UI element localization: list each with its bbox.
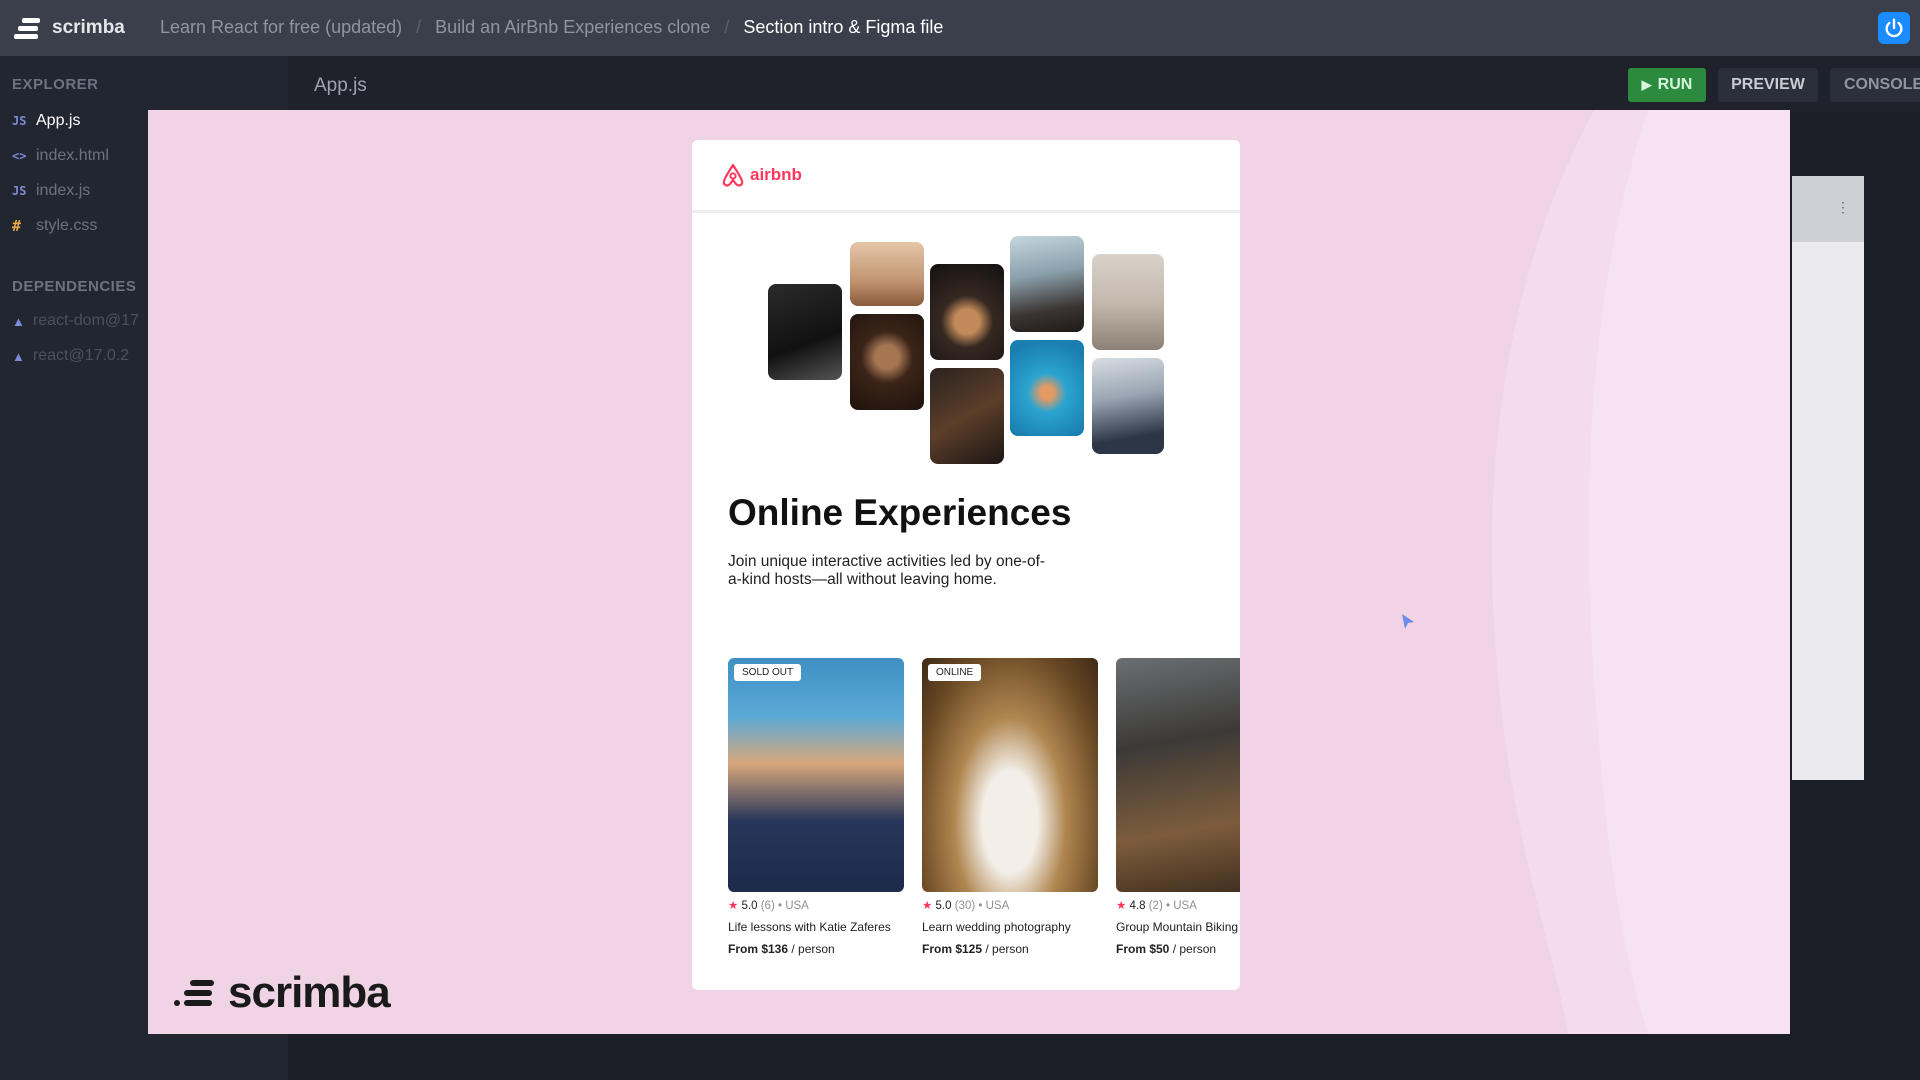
dependencies-title: DEPENDENCIES [12, 278, 137, 295]
card-price-amount: From $136 [728, 942, 789, 956]
file-style-css[interactable]: # style.css [12, 217, 97, 235]
tab-app-js[interactable]: App.js [314, 75, 367, 97]
file-index-js[interactable]: JS index.js [12, 182, 90, 200]
card-rating: 4.8 [1129, 900, 1146, 912]
card-price: From $136 / person [728, 942, 835, 956]
card-price-amount: From $125 [922, 942, 983, 956]
scrimba-home-link[interactable]: scrimba [12, 14, 125, 42]
card-image: ONLINE [922, 658, 1098, 892]
hero-photo [850, 242, 924, 306]
breadcrumb-course[interactable]: Learn React for free (updated) [160, 17, 402, 38]
run-button[interactable]: ▶ RUN [1628, 68, 1706, 102]
card-badge: ONLINE [928, 664, 982, 681]
card-title: Life lessons with Katie Zaferes [728, 920, 891, 934]
airbnb-mockup: airbnb Online Experiences Join unique in… [692, 140, 1240, 990]
brand-name: scrimba [52, 17, 125, 38]
card-price-unit: / person [791, 942, 835, 956]
file-label: App.js [36, 112, 81, 129]
mock-navbar: airbnb [692, 140, 1240, 213]
card-location: • USA [1165, 900, 1197, 912]
hero-photo [1010, 236, 1084, 332]
file-index-html[interactable]: <> index.html [12, 147, 109, 165]
hero-photo [930, 368, 1004, 464]
star-icon: ★ [728, 900, 739, 912]
slide-logo-text: scrimba [228, 968, 391, 1017]
card-rating: 5.0 [741, 900, 758, 912]
hero-photo [1092, 358, 1164, 454]
hero-photo [768, 284, 842, 380]
breadcrumb-module[interactable]: Build an AirBnb Experiences clone [435, 17, 710, 38]
hero-photo [1092, 254, 1164, 350]
card-title: Group Mountain Biking [1116, 920, 1239, 934]
preview-panel: ⋮ [1792, 176, 1864, 780]
card-review-count: (30) [954, 900, 976, 912]
file-label: index.html [36, 147, 109, 164]
file-label: style.css [36, 217, 98, 234]
preview-label: PREVIEW [1731, 76, 1805, 93]
package-icon: ▲ [12, 348, 25, 364]
card-image [1116, 658, 1240, 892]
file-app-js[interactable]: JS App.js [12, 112, 80, 130]
card-rating: 5.0 [935, 900, 952, 912]
breadcrumb-lesson: Section intro & Figma file [743, 17, 944, 37]
hero-photo [850, 314, 924, 410]
run-label: RUN [1657, 76, 1693, 93]
hero-photo [930, 264, 1004, 360]
file-label: index.js [36, 182, 91, 199]
card-stats: ★ 5.0 (30) • USA [922, 898, 1009, 912]
card-price-unit: / person [1172, 942, 1217, 956]
card-review-count: (2) [1148, 900, 1163, 912]
airbnb-logo: airbnb [720, 162, 802, 188]
lesson-slide: airbnb Online Experiences Join unique in… [148, 110, 1790, 1034]
breadcrumb-separator: / [416, 17, 422, 37]
power-icon [1885, 18, 1903, 38]
hero-photo [1010, 340, 1084, 436]
preview-toolbar [1792, 176, 1864, 242]
star-icon: ★ [922, 900, 933, 912]
card-stats: ★ 5.0 (6) • USA [728, 898, 809, 912]
explorer-title: EXPLORER [12, 76, 99, 93]
dependency-label: react-dom@17 [32, 312, 139, 329]
dependency-react-dom[interactable]: ▲ react-dom@17 [12, 312, 139, 330]
breadcrumb-separator: / [724, 17, 730, 37]
card-location: • USA [978, 900, 1010, 912]
card-review-count: (6) [760, 900, 775, 912]
mouse-cursor-icon [1402, 614, 1414, 629]
js-file-icon: JS [12, 184, 27, 198]
scrimba-logo-icon [174, 978, 218, 1008]
scrimba-logo-icon [12, 16, 42, 40]
hero-subtitle: Join unique interactive activities led b… [728, 553, 1046, 588]
play-icon: ▶ [1641, 77, 1652, 92]
more-options-icon[interactable]: ⋮ [1836, 200, 1850, 214]
card-badge: SOLD OUT [734, 664, 802, 681]
airbnb-logo-icon [722, 163, 744, 187]
breadcrumb: Learn React for free (updated) / Build a… [160, 17, 943, 38]
scrimba-slide-logo: scrimba [174, 968, 391, 1018]
airbnb-wordmark: airbnb [750, 165, 802, 184]
console-button[interactable]: CONSOLE [1830, 68, 1920, 102]
package-icon: ▲ [12, 313, 25, 329]
card-price: From $125 / person [922, 942, 1029, 956]
css-file-icon: # [12, 217, 22, 235]
card-image: SOLD OUT [728, 658, 904, 892]
card-title: Learn wedding photography [922, 920, 1071, 934]
card-price: From $50 / person [1116, 942, 1216, 956]
js-file-icon: JS [12, 114, 27, 128]
hero-title: Online Experiences [728, 492, 1072, 533]
card-stats: ★ 4.8 (2) • USA [1116, 898, 1197, 912]
card-price-unit: / person [985, 942, 1029, 956]
star-icon: ★ [1116, 900, 1127, 912]
top-bar: scrimba Learn React for free (updated) /… [0, 0, 1920, 56]
preview-button[interactable]: PREVIEW [1718, 68, 1818, 102]
card-location: • USA [777, 900, 809, 912]
card-price-amount: From $50 [1116, 942, 1170, 956]
dependency-label: react@17.0.2 [32, 347, 130, 364]
dependency-react[interactable]: ▲ react@17.0.2 [12, 347, 129, 365]
power-button[interactable] [1878, 12, 1910, 44]
html-file-icon: <> [12, 149, 27, 163]
console-label: CONSOLE [1844, 76, 1920, 93]
